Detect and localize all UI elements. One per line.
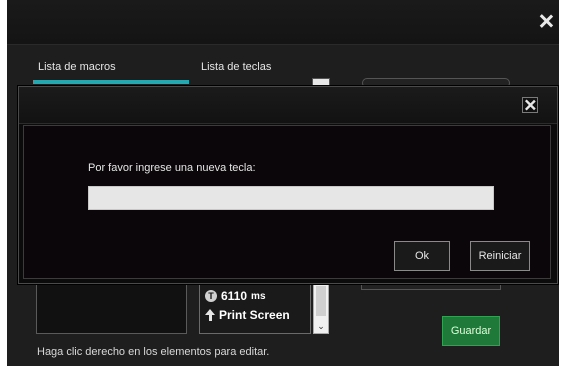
reset-button[interactable]: Reiniciar [470, 241, 530, 271]
key-up-arrow-icon [205, 309, 215, 321]
new-key-dialog: Por favor ingrese una nueva tecla: Ok Re… [18, 86, 558, 284]
list-item[interactable]: Print Screen [205, 308, 290, 322]
dialog-close-button[interactable] [522, 97, 538, 113]
main-close-icon[interactable] [539, 14, 553, 28]
macro-list-panel[interactable] [36, 282, 187, 334]
key-list-panel[interactable]: T 6110 ms Print Screen [199, 282, 311, 334]
hint-text: Haga clic derecho en los elementos para … [37, 346, 270, 358]
dialog-close-icon [524, 99, 535, 110]
main-titlebar [7, 0, 559, 45]
tab-key-list[interactable]: Lista de teclas [201, 61, 271, 73]
key-name: Print Screen [219, 308, 290, 322]
tab-macro-list-underline [33, 80, 189, 84]
prompt-label: Por favor ingrese una nueva tecla: [88, 162, 256, 174]
new-key-input[interactable] [88, 186, 494, 210]
tab-macro-list[interactable]: Lista de macros [38, 61, 116, 73]
delay-unit: ms [251, 290, 266, 302]
list-item[interactable]: T 6110 ms [205, 289, 266, 303]
scroll-down-icon[interactable]: ⌄ [316, 321, 326, 331]
dialog-titlebar [19, 87, 557, 124]
ok-button[interactable]: Ok [394, 241, 450, 271]
scroll-thumb[interactable] [316, 286, 326, 316]
save-button[interactable]: Guardar [442, 316, 500, 346]
dialog-body: Por favor ingrese una nueva tecla: Ok Re… [23, 125, 551, 279]
timer-icon: T [205, 290, 217, 302]
delay-value: 6110 [221, 289, 248, 303]
key-list-scrollbar[interactable]: ⌄ [313, 282, 329, 334]
